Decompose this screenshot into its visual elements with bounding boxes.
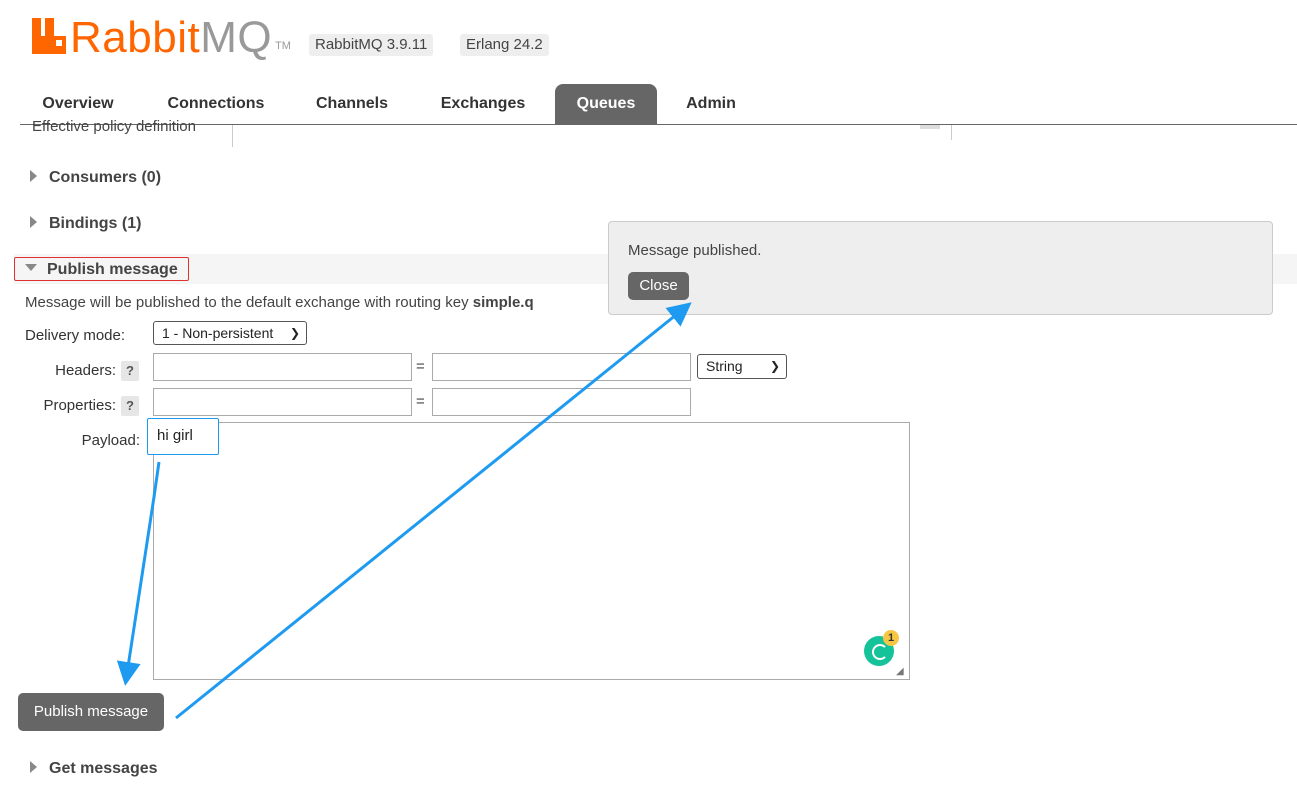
expand-arrow-icon — [30, 169, 37, 182]
popup-close-button[interactable]: Close — [628, 272, 689, 300]
logo-text: RabbitMQ — [70, 13, 273, 62]
main-nav-tabs: Overview Connections Channels Exchanges … — [20, 84, 1297, 125]
tab-admin[interactable]: Admin — [672, 84, 750, 124]
properties-label: Properties: — [43, 397, 116, 414]
rabbitmq-version: RabbitMQ 3.9.11 — [309, 34, 434, 56]
section-publish-message[interactable]: Publish message — [14, 257, 189, 281]
rabbitmq-logo: RabbitMQ TM — [32, 10, 291, 60]
grammar-count-badge: 1 — [883, 630, 899, 646]
headers-help-icon[interactable]: ? — [121, 361, 139, 381]
popup-message: Message published. — [628, 242, 762, 259]
tab-channels[interactable]: Channels — [302, 84, 402, 124]
property-key-input[interactable] — [153, 388, 412, 416]
publish-message-button[interactable]: Publish message — [18, 693, 164, 731]
section-bindings[interactable]: Bindings (1) — [30, 213, 141, 235]
partial-control — [920, 125, 940, 129]
effective-policy-label: Effective policy definition — [32, 118, 196, 135]
header-type-select[interactable]: String ❯ — [697, 354, 787, 379]
equals-sign: = — [416, 393, 425, 410]
table-divider — [951, 125, 952, 140]
payload-label: Payload: — [81, 432, 140, 449]
chevron-down-icon: ❯ — [769, 359, 780, 373]
delivery-mode-select[interactable]: 1 - Non-persistent ❯ — [153, 321, 307, 345]
table-divider — [232, 125, 233, 147]
expand-arrow-icon — [30, 760, 37, 773]
payload-textarea[interactable] — [153, 422, 910, 680]
rabbit-logo-icon — [32, 18, 66, 54]
headers-label: Headers: — [55, 362, 116, 379]
erlang-version: Erlang 24.2 — [460, 34, 549, 56]
message-published-popup: Message published. Close — [608, 221, 1273, 315]
payload-text-highlight: hi girl — [147, 418, 219, 455]
publish-info-text: Message will be published to the default… — [25, 294, 534, 311]
collapse-arrow-icon — [25, 264, 37, 272]
expand-arrow-icon — [30, 215, 37, 228]
logo-tm: TM — [275, 40, 291, 52]
delivery-mode-label: Delivery mode: — [25, 327, 126, 344]
tab-queues[interactable]: Queues — [555, 84, 657, 124]
header-value-input[interactable] — [432, 353, 691, 381]
resize-handle-icon[interactable]: ◢ — [896, 666, 904, 677]
equals-sign: = — [416, 358, 425, 375]
section-get-messages[interactable]: Get messages — [30, 758, 158, 780]
tab-exchanges[interactable]: Exchanges — [424, 84, 542, 124]
routing-key: simple.q — [472, 294, 534, 311]
header-key-input[interactable] — [153, 353, 412, 381]
section-consumers[interactable]: Consumers (0) — [30, 167, 161, 189]
properties-help-icon[interactable]: ? — [121, 396, 139, 416]
property-value-input[interactable] — [432, 388, 691, 416]
chevron-down-icon: ❯ — [289, 326, 300, 340]
